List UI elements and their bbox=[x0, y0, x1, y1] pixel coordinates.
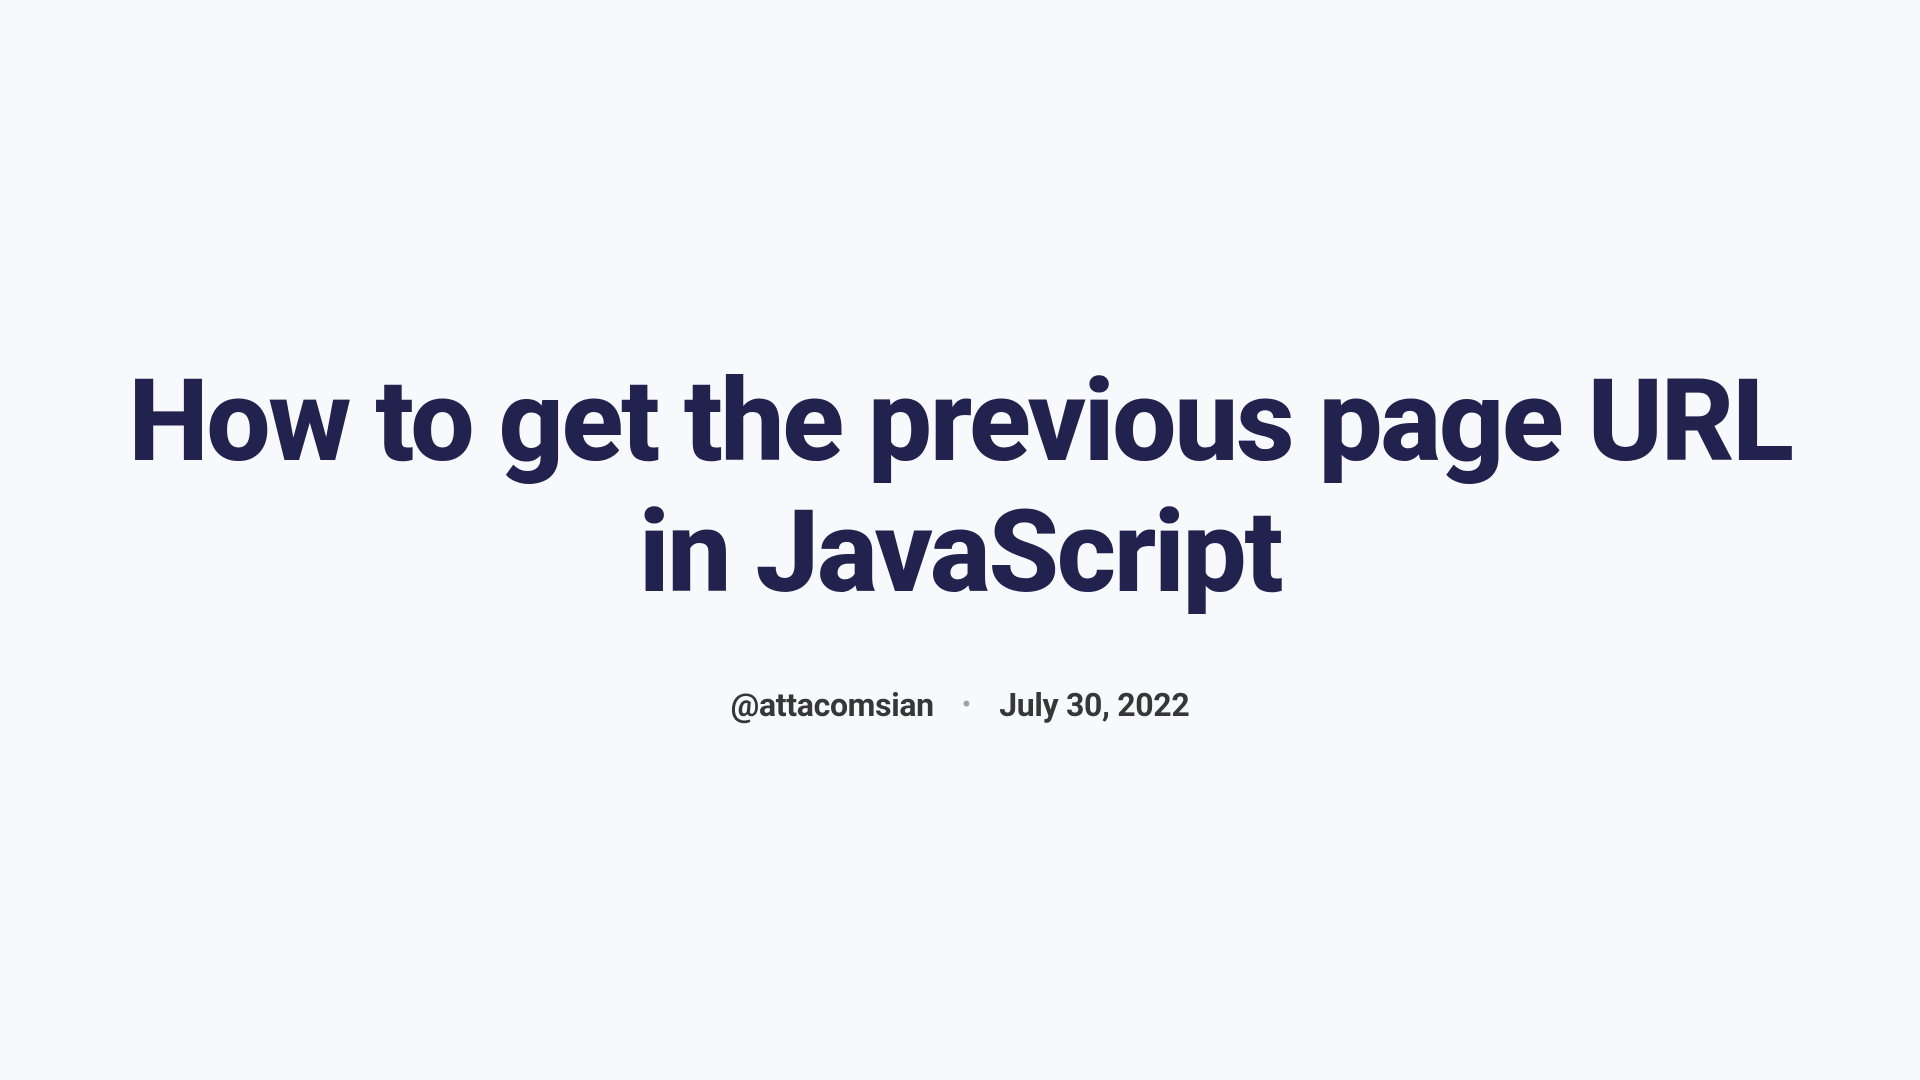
article-author: @attacomsian bbox=[731, 686, 934, 724]
article-date: July 30, 2022 bbox=[999, 686, 1189, 724]
article-card: How to get the previous page URL in Java… bbox=[0, 356, 1920, 724]
article-title: How to get the previous page URL in Java… bbox=[100, 356, 1820, 618]
article-meta: @attacomsian • July 30, 2022 bbox=[731, 686, 1190, 724]
meta-separator: • bbox=[962, 691, 971, 719]
